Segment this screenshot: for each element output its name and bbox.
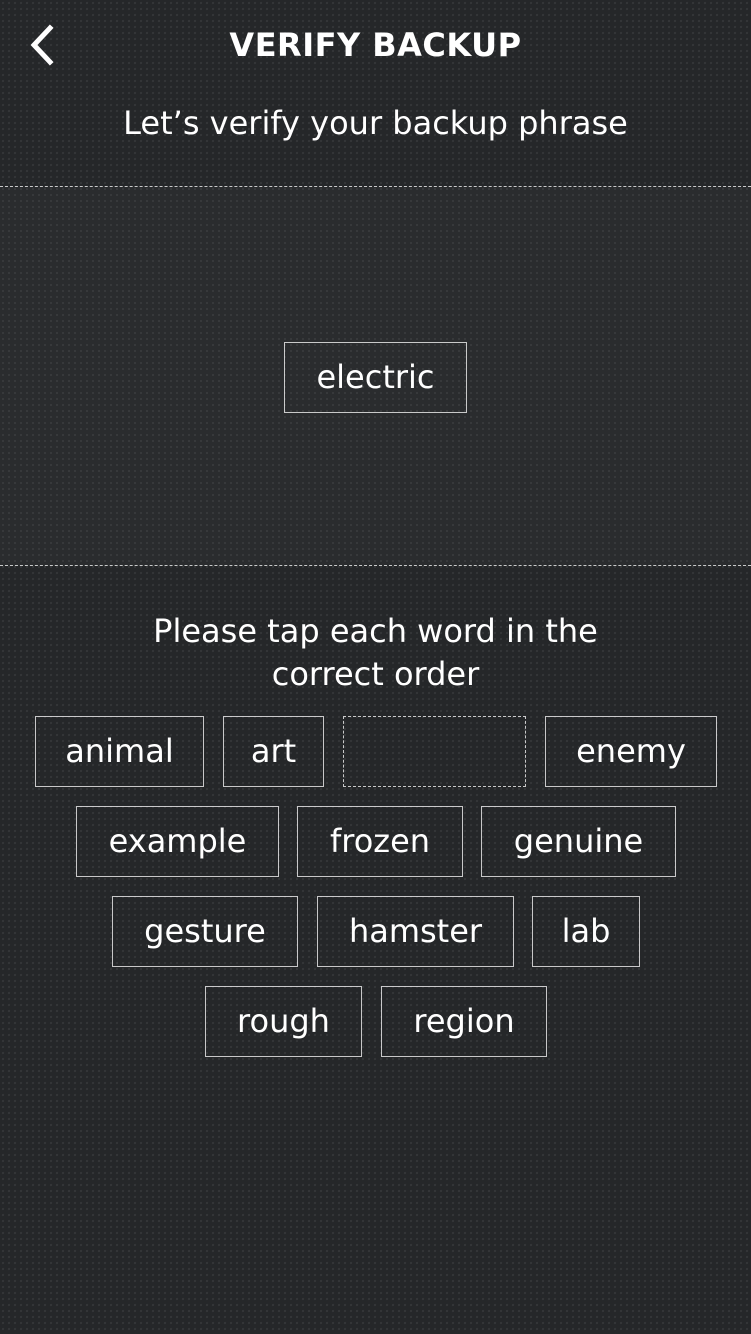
word-chip-enemy[interactable]: enemy [545,716,717,787]
word-chip-art[interactable]: art [223,716,324,787]
word-chip-region[interactable]: region [381,986,547,1057]
selected-words-area: electric [0,186,751,566]
page-subtitle: Let’s verify your backup phrase [123,104,628,142]
word-chip-rough[interactable]: rough [205,986,362,1057]
word-chip-lab[interactable]: lab [532,896,640,967]
page-title: VERIFY BACKUP [229,26,522,64]
word-chip-example[interactable]: example [76,806,279,877]
word-chip-animal[interactable]: animal [35,716,204,787]
selected-word-chip[interactable]: electric [284,342,467,413]
instruction-text: Please tap each word in the correct orde… [0,610,751,696]
instruction-line-1: Please tap each word in the [153,612,598,650]
word-chip-frozen[interactable]: frozen [297,806,463,877]
word-chip-genuine[interactable]: genuine [481,806,676,877]
instruction-line-2: correct order [271,655,480,693]
word-chip-gesture[interactable]: gesture [112,896,298,967]
word-chip-hamster[interactable]: hamster [317,896,514,967]
word-chip-placeholder [343,716,526,787]
